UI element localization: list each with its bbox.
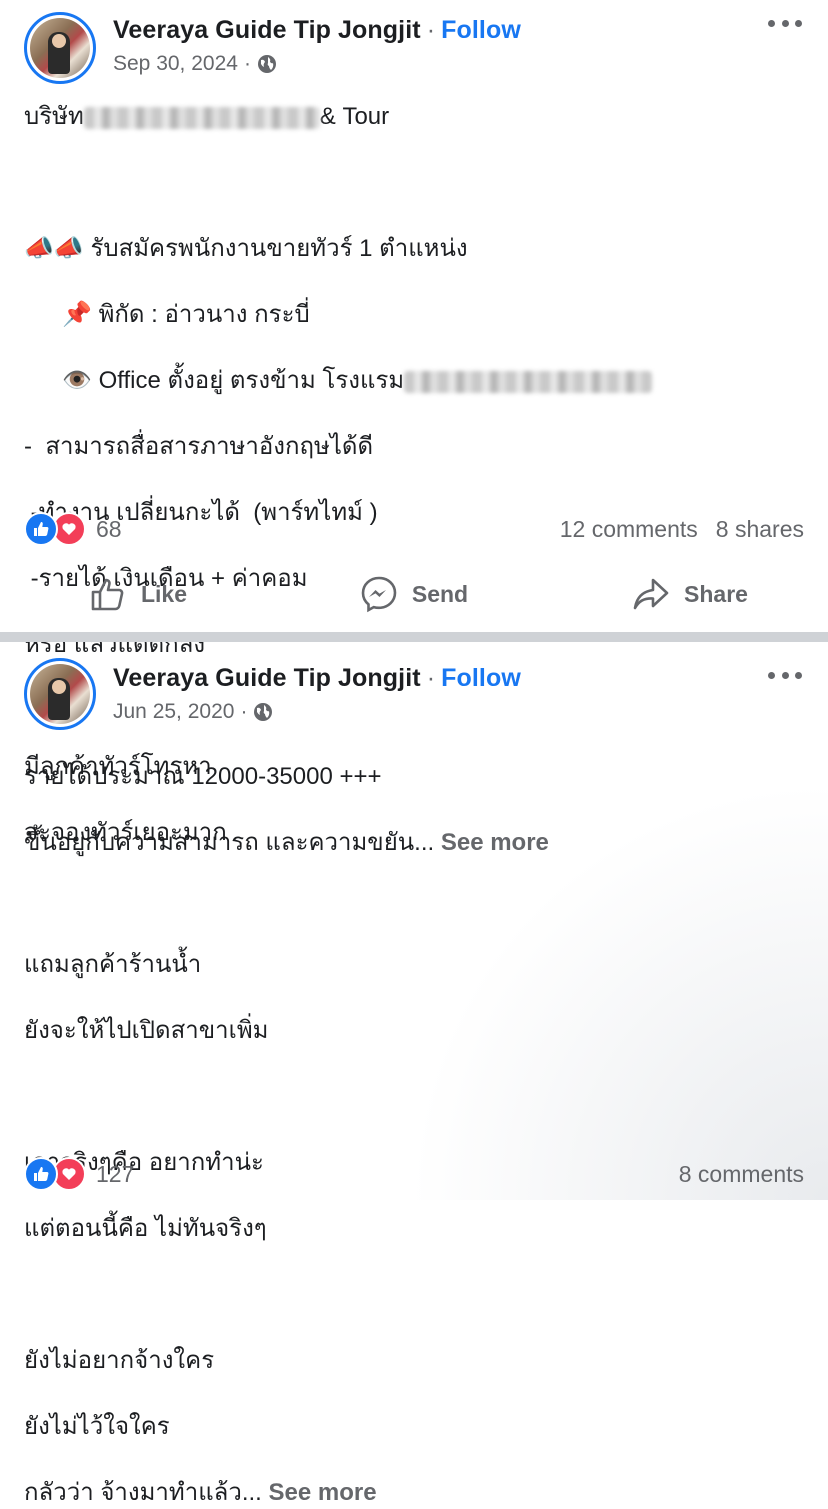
reactions-row: 68 12 comments 8 shares: [24, 512, 804, 546]
send-label: Send: [411, 580, 469, 607]
body-text: & Tour: [319, 103, 390, 130]
body-line: แต่ตอนนี้คือ ไม่ทันจริงๆ: [24, 1215, 267, 1242]
body-text: บริษัท: [24, 103, 84, 130]
pushpin-icon: 📌: [62, 300, 92, 328]
author-name[interactable]: Veeraya Guide Tip Jongjit: [113, 16, 421, 44]
avatar-photo: [30, 18, 90, 78]
globe-icon: [257, 55, 276, 73]
post-meta: Sep 30, 2024 ·: [113, 52, 277, 76]
thumbs-up-icon: [91, 578, 124, 611]
avatar-photo: [30, 664, 90, 724]
post-date[interactable]: Jun 25, 2020: [113, 700, 234, 724]
body-line: บริษัท & Tour: [24, 100, 652, 133]
body-line: 📌 พิกัด : อ่าวนาง กระบี่: [24, 298, 652, 331]
reactions-row: 127 8 comments: [24, 1157, 804, 1191]
body-text: Office ตั้งอยู่ ตรงข้าม โรงแรม: [98, 367, 405, 394]
meta-separator: ·: [243, 52, 251, 75]
body-line: 📣📣 รับสมัครพนักงานขายทัวร์ 1 ตำแหน่ง: [24, 232, 652, 265]
reaction-icons[interactable]: [24, 512, 86, 546]
body-line: ยังไม่ไว้ใจใคร: [24, 1413, 170, 1440]
post-header: Veeraya Guide Tip Jongjit · Follow: [113, 16, 521, 45]
share-button[interactable]: Share: [552, 575, 828, 613]
messenger-icon: [361, 576, 397, 613]
body-line: แถมลูกค้าร้านน้ำ: [24, 951, 202, 978]
post-meta: Jun 25, 2020 ·: [113, 700, 273, 724]
eye-icon: 👁️: [62, 366, 92, 394]
megaphone-icon: 📣📣: [24, 234, 84, 262]
comments-count[interactable]: 8 comments: [679, 1161, 804, 1188]
author-avatar[interactable]: [24, 12, 96, 84]
more-options-icon[interactable]: [768, 18, 802, 28]
body-line: ยังจะให้ไปเปิดสาขาเพิ่ม: [24, 1017, 269, 1044]
shares-count[interactable]: 8 shares: [716, 516, 804, 543]
post-body: มีลูกค้าทัวร์โทรหา จะจองทัวร์เยอะมาก แถม…: [24, 750, 377, 1509]
more-options-icon[interactable]: [768, 670, 802, 680]
share-label: Share: [684, 580, 748, 607]
post-date[interactable]: Sep 30, 2024: [113, 52, 238, 76]
reaction-count[interactable]: 127: [96, 1161, 134, 1188]
reaction-count[interactable]: 68: [96, 516, 122, 543]
globe-icon: [254, 703, 273, 721]
body-line: - สามารถสื่อสารภาษาอังกฤษได้ดี: [24, 433, 374, 460]
follow-button[interactable]: Follow: [441, 16, 521, 44]
body-line: มีลูกค้าทัวร์โทรหา: [24, 753, 212, 780]
post-divider: [0, 632, 828, 642]
body-text: รับสมัครพนักงานขายทัวร์ 1 ตำแหน่ง: [90, 235, 468, 262]
body-line: ยังไม่อยากจ้างใคร: [24, 1347, 215, 1374]
action-bar: Like Send Share: [0, 564, 828, 624]
redacted-blur: [404, 370, 653, 393]
background-shade: [408, 780, 828, 1200]
like-reaction-icon: [24, 1157, 58, 1191]
share-arrow-icon: [633, 578, 669, 610]
send-button[interactable]: Send: [276, 575, 552, 613]
like-reaction-icon: [24, 512, 58, 546]
reaction-icons[interactable]: [24, 1157, 86, 1191]
author-avatar[interactable]: [24, 658, 96, 730]
name-separator: ·: [426, 16, 436, 44]
body-line: 👁️ Office ตั้งอยู่ ตรงข้าม โรงแรม: [24, 364, 653, 397]
body-line: กลัวว่า จ้างมาทำแล้ว... See more: [24, 1476, 377, 1509]
like-button[interactable]: Like: [0, 575, 276, 613]
body-text: พิกัด : อ่าวนาง กระบี่: [98, 301, 310, 328]
redacted-blur: [83, 106, 320, 129]
body-line: จะจองทัวร์เยอะมาก: [24, 819, 227, 846]
post-card: Veeraya Guide Tip Jongjit · Follow Sep 30,…: [0, 0, 828, 856]
name-separator: ·: [426, 664, 436, 692]
meta-separator: ·: [240, 700, 248, 723]
post-header: Veeraya Guide Tip Jongjit · Follow: [113, 664, 521, 693]
body-text: กลัวว่า จ้างมาทำแล้ว...: [24, 1479, 262, 1506]
follow-button[interactable]: Follow: [441, 664, 521, 692]
post-card: Veeraya Guide Tip Jongjit · Follow Jun 25,…: [0, 642, 828, 1506]
author-name[interactable]: Veeraya Guide Tip Jongjit: [113, 664, 421, 692]
see-more-link[interactable]: See more: [269, 1479, 377, 1506]
like-label: Like: [140, 580, 188, 607]
comments-count[interactable]: 12 comments: [560, 516, 698, 543]
